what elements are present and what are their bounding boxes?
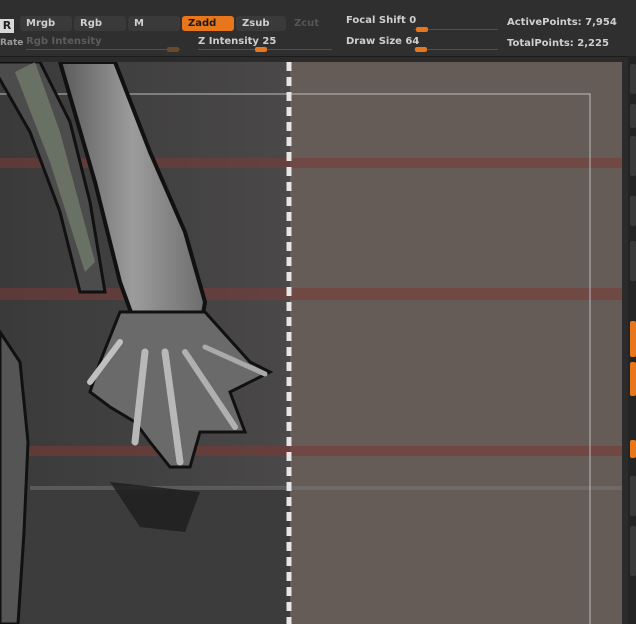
z-intensity-value: 25 [262,36,277,47]
zcut-button[interactable]: Zcut [288,16,334,31]
rgb-intensity-track[interactable] [26,49,180,50]
right-viewport-region [290,62,622,624]
rate-label: Rate [0,38,24,48]
z-intensity-label: Z Intensity 25 [198,36,277,47]
draw-size-knob[interactable] [415,47,427,52]
focal-shift-label: Focal Shift 0 [346,15,417,26]
mrgb-button[interactable]: Mrgb [20,16,72,31]
tray-button[interactable] [630,476,636,516]
tray-button[interactable] [630,196,636,226]
tray-button[interactable] [630,136,636,176]
tray-button[interactable] [630,241,636,281]
rgb-intensity-label: Rgb Intensity [26,36,102,47]
active-points-readout: ActivePoints: 7,954 [507,17,617,28]
zsub-button[interactable]: Zsub [236,16,286,31]
draw-size-value: 64 [405,36,420,47]
z-intensity-knob[interactable] [255,47,267,52]
rgb-intensity-knob[interactable] [167,47,179,52]
focal-shift-knob[interactable] [416,27,428,32]
top-toolbar: R Rate Mrgb Rgb M Zadd Zsub Zcut Rgb Int… [0,0,636,57]
viewport-canvas[interactable] [0,62,622,624]
tray-button[interactable] [630,104,636,128]
sculpt-viewport-svg [0,62,622,624]
draw-size-label: Draw Size 64 [346,36,420,47]
tray-button-active[interactable] [630,440,636,458]
tray-button[interactable] [630,64,636,94]
tray-button-active[interactable] [630,362,636,396]
focal-shift-value: 0 [409,15,417,26]
zadd-button[interactable]: Zadd [182,16,234,31]
grid-line-horizontal [0,446,622,456]
total-points-value: 2,225 [577,38,609,49]
active-points-value: 7,954 [585,17,617,28]
right-side-tray [628,56,636,624]
rgb-button[interactable]: Rgb [74,16,126,31]
m-button[interactable]: M [128,16,180,31]
brush-icon[interactable]: R [0,19,14,33]
tray-button[interactable] [630,526,636,576]
tray-button-active[interactable] [630,321,636,357]
total-points-readout: TotalPoints: 2,225 [507,38,609,49]
